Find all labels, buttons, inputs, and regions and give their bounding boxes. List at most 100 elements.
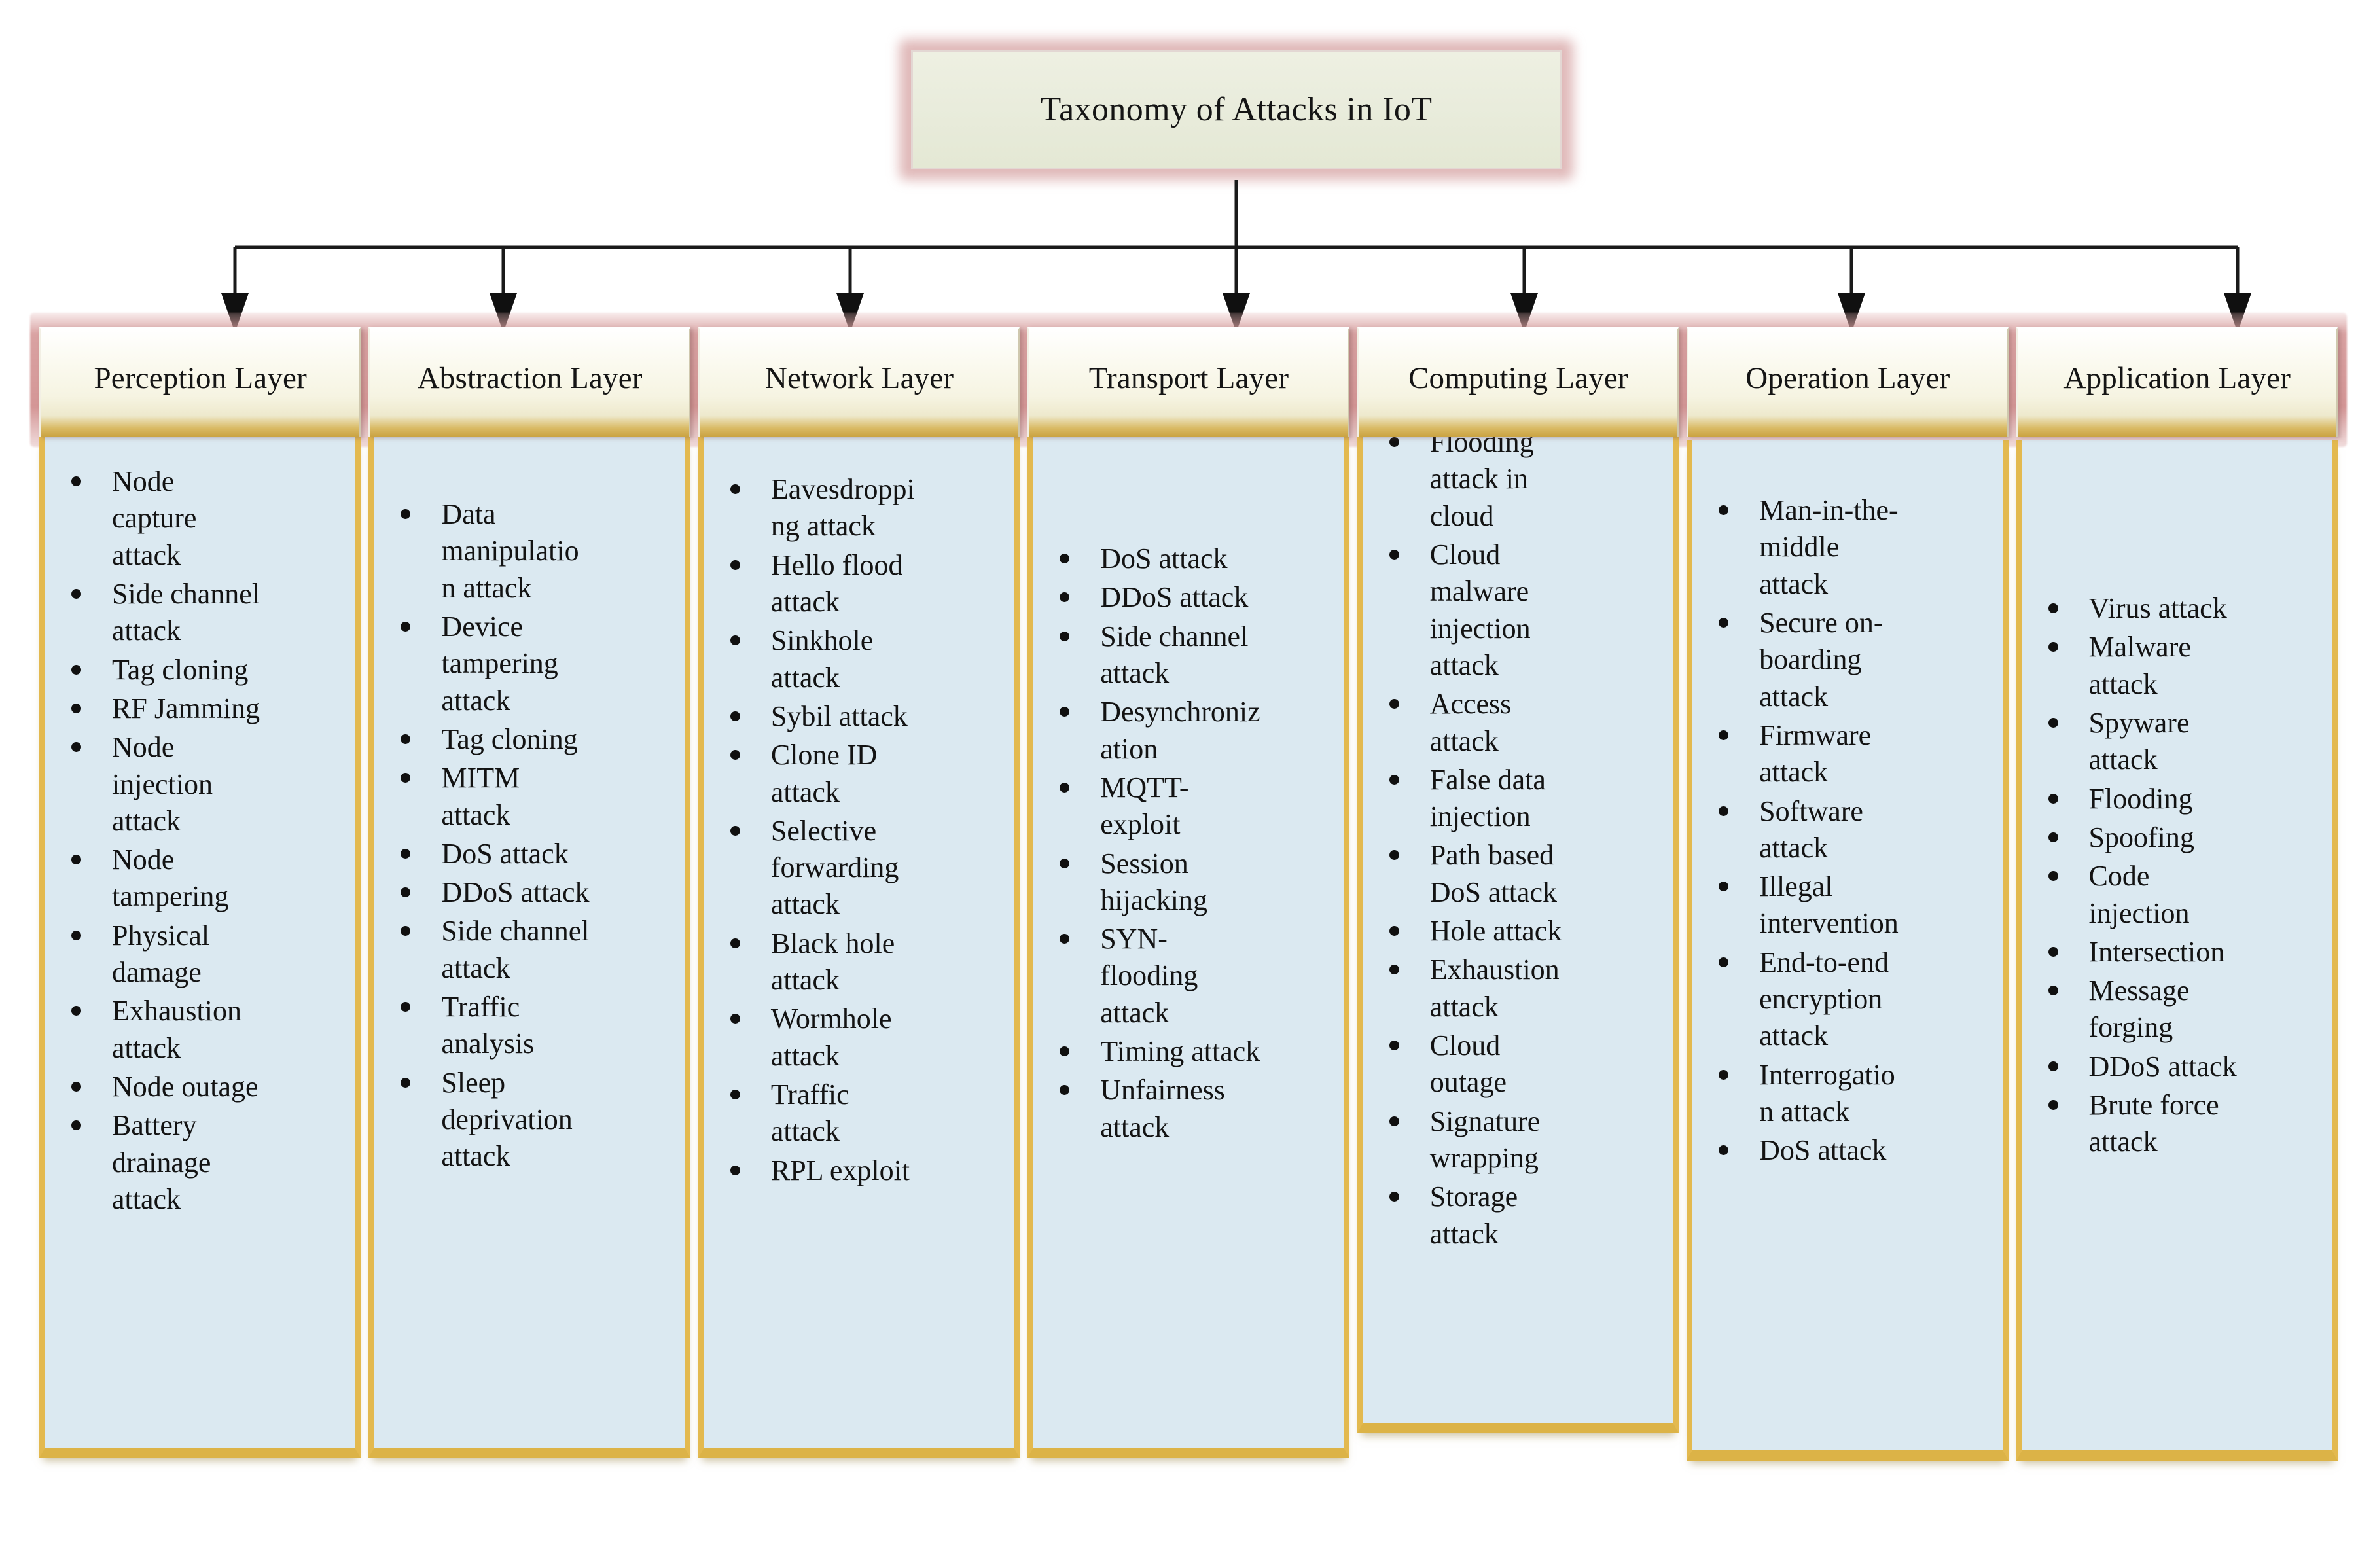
attack-item[interactable]: Node capture attack: [52, 463, 348, 574]
attack-item[interactable]: DDoS attack: [381, 874, 677, 911]
attack-label-line: Side channel: [441, 915, 590, 948]
attack-item[interactable]: Brute force attack: [2029, 1087, 2325, 1161]
layer-header-0[interactable]: Perception Layer: [39, 327, 361, 437]
attack-label-line: attack: [1429, 724, 1499, 757]
attack-item[interactable]: Man-in-the-middle attack: [1699, 492, 1995, 603]
attack-item[interactable]: Flooding: [2029, 781, 2325, 817]
attack-item[interactable]: Node outage: [52, 1069, 348, 1105]
attack-label-line: DDoS attack: [2088, 1050, 2237, 1082]
attack-item[interactable]: SYN-flooding attack: [1040, 921, 1336, 1031]
attack-item[interactable]: RF Jamming: [52, 690, 348, 727]
attack-item[interactable]: Cloud outage: [1370, 1027, 1666, 1101]
attack-item[interactable]: Desynchroniz ation: [1040, 694, 1336, 768]
attack-item[interactable]: Black hole attack: [711, 925, 1007, 999]
attack-item[interactable]: MQTT-exploit: [1040, 770, 1336, 844]
attack-item[interactable]: Battery drainage attack: [52, 1107, 348, 1218]
layer-header-4[interactable]: Computing Layer: [1357, 327, 1679, 437]
attack-item[interactable]: End-to-end encryption attack: [1699, 944, 1995, 1055]
attack-item[interactable]: RPL exploit: [711, 1152, 1007, 1189]
attack-item[interactable]: Traffic analysis: [381, 989, 677, 1063]
attack-item[interactable]: DDoS attack: [1040, 579, 1336, 616]
attack-item[interactable]: Unfairness attack: [1040, 1072, 1336, 1146]
layer-column-network-layer: Network Layer Eavesdroppi ng attack Hello f…: [698, 327, 1020, 1458]
attack-item[interactable]: Illegal intervention: [1699, 868, 1995, 942]
attack-item[interactable]: Spoofing: [2029, 819, 2325, 856]
attack-item[interactable]: Exhaustion attack: [52, 993, 348, 1067]
attack-item[interactable]: Storage attack: [1370, 1179, 1666, 1253]
bullet-icon: [2048, 1100, 2058, 1111]
attack-item[interactable]: Interrogatio n attack: [1699, 1057, 1995, 1131]
attack-item[interactable]: Code injection: [2029, 858, 2325, 932]
attack-item[interactable]: Clone ID attack: [711, 737, 1007, 811]
attack-label-line: attack: [770, 964, 840, 997]
attack-item[interactable]: Malware attack: [2029, 629, 2325, 703]
attack-label-line: Spoofing: [2088, 821, 2194, 853]
attack-item[interactable]: Virus attack: [2029, 590, 2325, 627]
attack-item[interactable]: Software attack: [1699, 793, 1995, 867]
attack-item[interactable]: Access attack: [1370, 686, 1666, 760]
bullet-icon: [1389, 549, 1399, 560]
attack-item[interactable]: Side channel attack: [52, 576, 348, 650]
layer-body-2: Eavesdroppi ng attack Hello flood attack Sin…: [698, 437, 1020, 1458]
attack-item[interactable]: False data injection: [1370, 762, 1666, 836]
attack-item[interactable]: Signature wrapping: [1370, 1103, 1666, 1177]
attack-item[interactable]: Tag cloning: [52, 652, 348, 688]
root-node[interactable]: Taxonomy of Attacks in IoT: [911, 50, 1562, 169]
bullet-icon: [1389, 774, 1399, 785]
attack-item[interactable]: Tag cloning: [381, 721, 677, 758]
attack-label-line: attack: [770, 1039, 840, 1072]
attack-item[interactable]: Eavesdroppi ng attack: [711, 471, 1007, 545]
attack-item[interactable]: Selective forwarding attack: [711, 813, 1007, 923]
attack-item[interactable]: Node injection attack: [52, 729, 348, 840]
attack-item[interactable]: DoS attack: [1699, 1132, 1995, 1169]
attack-label-line: MQTT-: [1100, 771, 1189, 804]
layer-header-3[interactable]: Transport Layer: [1027, 327, 1349, 437]
attack-list: Data manipulatio n attack Device tampering at…: [381, 496, 677, 1175]
attack-item[interactable]: Sleep deprivation attack: [381, 1065, 677, 1175]
attack-item[interactable]: Spyware attack: [2029, 705, 2325, 779]
bullet-icon: [1719, 730, 1729, 740]
attack-item[interactable]: Exhaustion attack: [1370, 952, 1666, 1025]
attack-item[interactable]: Cloud malware injection attack: [1370, 537, 1666, 684]
attack-label-line: RF Jamming: [112, 692, 260, 724]
layer-header-2[interactable]: Network Layer: [698, 327, 1020, 437]
attack-item[interactable]: Node tampering: [52, 842, 348, 916]
attack-item[interactable]: Message forging: [2029, 972, 2325, 1046]
attack-item[interactable]: Hello flood attack: [711, 547, 1007, 621]
attack-item[interactable]: Firmware attack: [1699, 717, 1995, 791]
attack-item[interactable]: Wormhole attack: [711, 1001, 1007, 1075]
attack-item[interactable]: Timing attack: [1040, 1033, 1336, 1070]
bullet-icon: [730, 1014, 740, 1024]
attack-item[interactable]: Data manipulatio n attack: [381, 496, 677, 607]
bullet-icon: [1389, 437, 1399, 447]
layer-header-5[interactable]: Operation Layer: [1687, 327, 2009, 437]
attack-item[interactable]: MITM attack: [381, 760, 677, 834]
layer-header-1[interactable]: Abstraction Layer: [368, 327, 690, 437]
attack-label-line: injection: [1429, 800, 1531, 833]
layer-header-6[interactable]: Application Layer: [2016, 327, 2338, 437]
attack-item[interactable]: DoS attack: [1040, 541, 1336, 577]
attack-label-line: malware: [1429, 575, 1529, 608]
attack-label-line: Man-in-the-: [1759, 494, 1899, 526]
bullet-icon: [1060, 858, 1070, 868]
attack-item[interactable]: Session hijacking: [1040, 846, 1336, 919]
attack-item[interactable]: Physical damage: [52, 918, 348, 991]
attack-item[interactable]: Device tampering attack: [381, 609, 677, 719]
attack-item[interactable]: Path based DoS attack: [1370, 837, 1666, 911]
attack-item[interactable]: Traffic attack: [711, 1077, 1007, 1150]
attack-item[interactable]: DDoS attack: [2029, 1048, 2325, 1085]
attack-item[interactable]: Side channel attack: [381, 913, 677, 987]
bullet-icon: [2048, 642, 2058, 652]
attack-item[interactable]: Secure on-boarding attack: [1699, 605, 1995, 715]
attack-item[interactable]: Sybil attack: [711, 698, 1007, 735]
attack-item[interactable]: DoS attack: [381, 836, 677, 872]
attack-item[interactable]: Side channel attack: [1040, 618, 1336, 692]
attack-item[interactable]: Intersection: [2029, 934, 2325, 971]
attack-item[interactable]: Hole attack: [1370, 913, 1666, 950]
layer-header-label: Abstraction Layer: [417, 361, 643, 395]
attack-item[interactable]: Flooding attack in cloud: [1370, 424, 1666, 535]
attack-label-line: Tag cloning: [441, 722, 578, 755]
attack-label-line: attack: [1100, 996, 1170, 1029]
attack-item[interactable]: Sinkhole attack: [711, 622, 1007, 696]
bullet-icon: [401, 734, 411, 744]
